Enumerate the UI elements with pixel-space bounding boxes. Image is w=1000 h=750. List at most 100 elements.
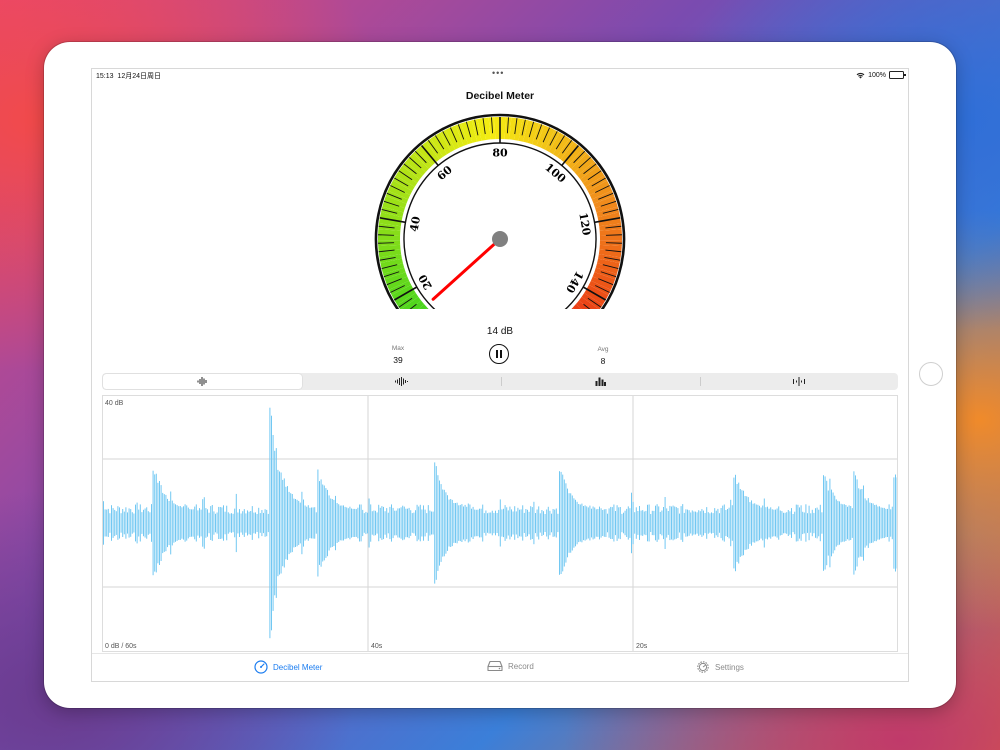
waveform-bar (669, 505, 671, 541)
waveform-bar (355, 509, 357, 537)
waveform-bar (341, 505, 343, 541)
waveform-bar (357, 507, 359, 539)
view-mode-waveform-compact[interactable] (103, 374, 302, 389)
waveform-bar (824, 476, 826, 570)
waveform-chart: 40 dB 0 dB / 60s 40s 20s (102, 395, 898, 652)
waveform-bar (111, 505, 112, 541)
waveform-bar (762, 505, 764, 541)
tab-record[interactable]: Record (487, 660, 534, 672)
home-button[interactable] (919, 362, 943, 386)
view-mode-bar-chart[interactable] (501, 373, 700, 390)
waveform-bar (483, 513, 485, 533)
waveform-bar (775, 509, 776, 537)
waveform-bar (851, 508, 853, 538)
waveform-bar (437, 475, 439, 571)
waveform-bar (139, 504, 141, 542)
current-reading: 14 dB (486, 326, 514, 337)
waveform-bar (565, 483, 567, 563)
waveform-bar (615, 511, 616, 536)
waveform-bar (189, 509, 191, 537)
waveform-bar (167, 498, 168, 548)
waveform-bar (370, 504, 372, 542)
waveform-bar (827, 490, 829, 556)
waveform-bar (455, 503, 456, 543)
pause-button[interactable] (489, 344, 509, 364)
y-top-label: 40 dB (105, 400, 124, 407)
waveform-bar (514, 506, 516, 540)
view-mode-waveform[interactable] (303, 373, 502, 390)
waveform-bar (887, 508, 888, 537)
waveform-bar (133, 513, 135, 533)
waveform-bar (175, 504, 176, 542)
waveform-bar (463, 506, 464, 540)
waveform-bar (559, 471, 560, 575)
waveform-bar (162, 492, 164, 554)
waveform-bar (176, 505, 178, 541)
view-mode-waveform-split[interactable] (699, 373, 899, 390)
waveform-bar (650, 514, 652, 532)
waveform-bar (624, 510, 626, 536)
waveform-bar (240, 513, 242, 533)
waveform-bar (439, 480, 440, 566)
waveform-bar (271, 415, 272, 631)
waveform-bar (223, 505, 224, 541)
waveform-bar (831, 489, 832, 557)
waveform-bar (523, 512, 525, 533)
view-mode-selector (102, 373, 898, 390)
waveform-bar (114, 509, 116, 537)
waveform-bar (883, 507, 885, 538)
gauge-minor-tick (378, 234, 395, 236)
waveform-bar (130, 509, 132, 537)
waveform-bar (443, 489, 445, 557)
waveform-bar (200, 509, 202, 537)
waveform-bar (266, 509, 268, 537)
waveform-bar (555, 508, 557, 538)
waveform-bar (471, 508, 472, 538)
waveform-bar (144, 508, 146, 538)
waveform-bar (738, 482, 740, 564)
waveform-bar (794, 511, 796, 535)
waveform-bar (746, 496, 748, 550)
waveform-bar (736, 484, 738, 562)
waveform-bar (728, 507, 730, 539)
waveform-bar (165, 494, 167, 552)
waveform-bar (232, 513, 234, 533)
waveform-bar (160, 485, 162, 561)
waveform-bar (226, 505, 228, 541)
waveform-bar (290, 493, 292, 553)
waveform-bar (314, 507, 316, 539)
tab-settings[interactable]: Settings (696, 660, 744, 674)
waveform-bar (338, 504, 340, 542)
waveform-bar (496, 513, 498, 533)
tab-decibel-meter[interactable]: Decibel Meter (254, 660, 322, 674)
waveform-bar (688, 510, 690, 536)
multitasking-dots[interactable]: ••• (492, 69, 504, 78)
waveform-bar (546, 509, 548, 537)
waveform-bar (778, 506, 780, 540)
waveform-bar (109, 513, 111, 533)
waveform-bar (882, 507, 884, 539)
waveform-bar (744, 496, 746, 550)
avg-value: 8 (600, 356, 606, 366)
waveform-bar (858, 488, 860, 558)
waveform-bar (146, 507, 148, 539)
waveform-bar (387, 512, 389, 534)
waveform-bar (458, 505, 460, 541)
waveform-bar (576, 501, 578, 545)
waveform-bar (853, 471, 855, 575)
waveform-bar (402, 505, 404, 541)
waveform-bar (392, 507, 394, 539)
waveform-bar (535, 513, 536, 534)
waveform-bar (274, 450, 276, 596)
waveform-bar (397, 508, 399, 538)
waveform-bar (519, 509, 520, 537)
waveform-bar (459, 504, 461, 542)
waveform-bar (640, 510, 642, 536)
gauge-minor-tick (605, 242, 622, 244)
waveform-bar (517, 507, 519, 539)
waveform-bar (547, 506, 549, 540)
waveform-bar (479, 508, 480, 538)
waveform-bar (432, 511, 434, 535)
waveform-bar (103, 501, 104, 545)
waveform-bar (685, 509, 687, 537)
